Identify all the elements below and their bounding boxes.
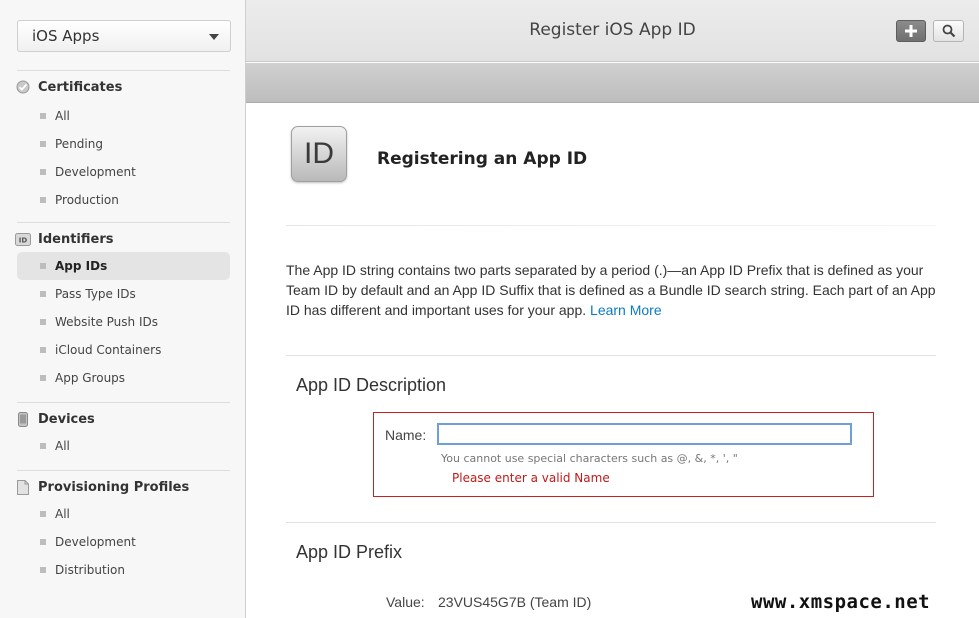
sidebar-item-label: App IDs <box>55 259 108 273</box>
prefix-value-label: Value: <box>386 594 425 610</box>
sidebar-item-label: Website Push IDs <box>55 315 158 329</box>
sidebar-item-label: App Groups <box>55 371 126 385</box>
platform-select[interactable]: iOS Apps <box>17 20 231 52</box>
sidebar-item-certificates-development[interactable]: Development <box>17 158 230 186</box>
sidebar-item-profiles-development[interactable]: Development <box>17 528 230 556</box>
bullet-icon <box>40 291 46 297</box>
bullet-icon <box>40 567 46 573</box>
sidebar-item-certificates-production[interactable]: Production <box>17 186 230 214</box>
sidebar-item-pass-type-ids[interactable]: Pass Type IDs <box>17 280 230 308</box>
app-window: iOS Apps Certificates All Pending Develo… <box>0 0 979 618</box>
app-id-description-heading: App ID Description <box>296 375 447 395</box>
id-badge-icon: ID <box>15 231 31 247</box>
section-title: Certificates <box>38 79 123 95</box>
watermark: www.xmspace.net <box>751 591 931 613</box>
bullet-icon <box>40 197 46 203</box>
plus-icon <box>905 25 917 37</box>
section-devices: Devices All <box>15 408 230 460</box>
svg-text:ID: ID <box>19 236 28 244</box>
sidebar-item-website-push-ids[interactable]: Website Push IDs <box>17 308 230 336</box>
sidebar-item-app-ids[interactable]: App IDs <box>17 252 230 280</box>
sidebar-item-profiles-distribution[interactable]: Distribution <box>17 556 230 584</box>
learn-more-link[interactable]: Learn More <box>590 302 662 318</box>
page-title: Register iOS App ID <box>529 20 696 40</box>
section-title: Provisioning Profiles <box>38 479 190 495</box>
divider <box>17 402 230 403</box>
intro-paragraph: The App ID string contains two parts sep… <box>286 260 946 320</box>
add-button[interactable] <box>896 20 926 42</box>
section-title: Identifiers <box>38 231 114 247</box>
sidebar-item-certificates-all[interactable]: All <box>17 102 230 130</box>
chevron-down-icon <box>209 34 219 40</box>
sidebar-item-label: Pending <box>55 137 103 151</box>
prefix-value: 23VUS45G7B (Team ID) <box>438 594 592 610</box>
section-header-certificates: Certificates <box>15 76 230 98</box>
divider <box>17 70 230 71</box>
name-label: Name: <box>385 427 427 443</box>
bullet-icon <box>40 511 46 517</box>
bullet-icon <box>40 141 46 147</box>
bullet-icon <box>40 319 46 325</box>
divider <box>17 222 230 223</box>
certificate-icon <box>15 79 31 95</box>
sidebar-item-profiles-all[interactable]: All <box>17 500 230 528</box>
section-certificates: Certificates All Pending Development Pro… <box>15 76 230 214</box>
name-error-message: Please enter a valid Name <box>452 471 610 485</box>
app-id-prefix-heading: App ID Prefix <box>296 542 403 562</box>
sidebar: iOS Apps Certificates All Pending Develo… <box>0 0 246 618</box>
bullet-icon <box>40 443 46 449</box>
top-bar: Register iOS App ID <box>246 0 979 62</box>
section-provisioning-profiles: Provisioning Profiles All Development Di… <box>15 476 230 584</box>
section-header-devices: Devices <box>15 408 230 430</box>
name-error-box: Name: You cannot use special characters … <box>373 412 874 497</box>
bullet-icon <box>40 539 46 545</box>
sidebar-item-label: All <box>55 507 70 521</box>
platform-select-value: iOS Apps <box>32 27 100 45</box>
bullet-icon <box>40 169 46 175</box>
sidebar-item-label: All <box>55 109 70 123</box>
toolbar-band <box>246 63 979 103</box>
bullet-icon <box>40 375 46 381</box>
main-content: ID Registering an App ID The App ID stri… <box>246 103 979 618</box>
sidebar-item-label: All <box>55 439 70 453</box>
sidebar-item-app-groups[interactable]: App Groups <box>17 364 230 392</box>
document-icon <box>15 479 31 495</box>
section-title: Registering an App ID <box>377 149 588 169</box>
section-header-provisioning-profiles: Provisioning Profiles <box>15 476 230 498</box>
bullet-icon <box>40 263 46 269</box>
sidebar-item-devices-all[interactable]: All <box>17 432 230 460</box>
sidebar-item-label: Development <box>55 165 136 179</box>
app-id-icon: ID <box>291 126 347 182</box>
sidebar-item-label: Distribution <box>55 563 126 577</box>
sidebar-item-label: iCloud Containers <box>55 343 162 357</box>
name-input[interactable] <box>437 423 852 445</box>
sidebar-item-label: Development <box>55 535 136 549</box>
section-title: Devices <box>38 411 95 427</box>
section-identifiers: ID Identifiers App IDs Pass Type IDs Web… <box>15 228 230 392</box>
bullet-icon <box>40 113 46 119</box>
divider <box>17 470 230 471</box>
sidebar-item-label: Pass Type IDs <box>55 287 136 301</box>
name-hint: You cannot use special characters such a… <box>441 452 738 465</box>
search-icon <box>942 24 955 38</box>
divider <box>286 355 936 356</box>
sidebar-item-icloud-containers[interactable]: iCloud Containers <box>17 336 230 364</box>
section-header-identifiers: ID Identifiers <box>15 228 230 250</box>
divider <box>286 522 936 523</box>
sidebar-item-label: Production <box>55 193 119 207</box>
search-button[interactable] <box>933 20 964 42</box>
sidebar-item-certificates-pending[interactable]: Pending <box>17 130 230 158</box>
bullet-icon <box>40 347 46 353</box>
device-icon <box>15 411 31 427</box>
divider <box>286 225 936 226</box>
